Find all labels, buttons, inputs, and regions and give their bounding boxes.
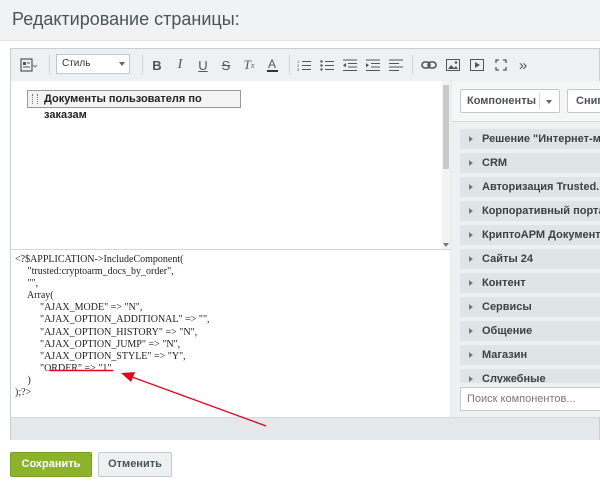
link-icon[interactable] xyxy=(419,55,439,75)
outdent-icon[interactable] xyxy=(342,55,358,75)
components-button[interactable]: Компоненты xyxy=(460,89,560,113)
wysiwyg-area[interactable]: Документы пользователя по заказам xyxy=(11,81,450,249)
code-line: "AJAX_OPTION_HISTORY" => "N", xyxy=(15,326,198,338)
editor-toolbar: Стиль B I U S Tx A 123 » xyxy=(11,49,599,82)
category-label: Сайты 24 xyxy=(482,253,534,265)
cancel-button[interactable]: Отменить xyxy=(98,452,172,477)
category-label: Сервисы xyxy=(482,301,532,313)
category-item[interactable]: Сайты 24 xyxy=(460,249,600,269)
button-divider xyxy=(539,93,540,109)
svg-text:3: 3 xyxy=(297,67,300,71)
toolbar-separator xyxy=(49,55,50,75)
align-icon[interactable] xyxy=(388,55,404,75)
category-label: Корпоративный портал xyxy=(482,205,600,217)
expand-triangle-icon xyxy=(469,184,473,190)
expand-triangle-icon xyxy=(469,208,473,214)
source-code-area[interactable]: <?$APPLICATION->IncludeComponent( "trust… xyxy=(11,249,450,417)
code-line: );?> xyxy=(15,387,32,399)
toolbar-separator xyxy=(289,55,290,75)
category-label: Служебные xyxy=(482,373,546,383)
components-panel: Компоненты Снип Решение "Интернет-магаз … xyxy=(452,81,600,417)
component-block-label: Документы пользователя по заказам xyxy=(44,93,202,121)
category-label: Общение xyxy=(482,325,533,337)
category-item[interactable]: Корпоративный портал xyxy=(460,201,600,221)
code-line: "AJAX_MODE" => "N", xyxy=(15,302,143,314)
style-select-value: Стиль xyxy=(62,58,91,69)
code-line: "trusted:cryptoarm_docs_by_order", xyxy=(15,266,174,278)
expand-triangle-icon xyxy=(469,160,473,166)
image-icon[interactable] xyxy=(443,55,463,75)
category-item[interactable]: Общение xyxy=(460,321,600,341)
category-label: Авторизация Trusted.Id xyxy=(482,181,600,193)
indent-icon[interactable] xyxy=(365,55,381,75)
html-editor: Стиль B I U S Tx A 123 » Документы польз… xyxy=(10,48,600,440)
category-item[interactable]: Магазин xyxy=(460,345,600,365)
category-item[interactable]: Решение "Интернет-магаз xyxy=(460,129,600,149)
category-label: CRM xyxy=(482,157,508,169)
chevron-down-icon[interactable] xyxy=(546,100,552,104)
save-button[interactable]: Сохранить xyxy=(10,452,92,477)
text-color-icon[interactable]: A xyxy=(264,55,280,75)
code-line: Array( xyxy=(15,290,54,302)
page-title: Редактирование страницы: xyxy=(12,9,240,29)
category-label: КриптоАРМ Документы xyxy=(482,229,600,241)
remove-format-icon[interactable]: Tx xyxy=(241,55,257,75)
code-line: "ORDER" => "1" xyxy=(15,362,112,374)
category-item[interactable]: Сервисы xyxy=(460,297,600,317)
components-button-label: Компоненты xyxy=(467,95,536,107)
bold-icon[interactable]: B xyxy=(149,55,165,75)
chevron-down-icon xyxy=(119,62,125,66)
expand-triangle-icon xyxy=(469,328,473,334)
toolbar-separator xyxy=(412,55,413,75)
category-item[interactable]: Служебные xyxy=(460,369,600,383)
code-line: ) xyxy=(15,374,31,386)
code-line: <?$APPLICATION->IncludeComponent( xyxy=(15,254,184,265)
expand-triangle-icon xyxy=(469,136,473,142)
scroll-down-icon[interactable] xyxy=(443,243,449,247)
snippets-button[interactable]: Снип xyxy=(567,89,600,113)
style-select[interactable]: Стиль xyxy=(56,54,130,74)
page-header: Редактирование страницы: xyxy=(0,0,600,41)
category-label: Решение "Интернет-магаз xyxy=(482,133,600,145)
components-panel-header: Компоненты Снип xyxy=(452,81,600,122)
category-item[interactable]: КриптоАРМ Документы xyxy=(460,225,600,245)
video-icon[interactable] xyxy=(467,55,487,75)
editor-status-bar xyxy=(11,417,599,440)
expand-triangle-icon xyxy=(469,280,473,286)
scrollbar-thumb[interactable] xyxy=(443,85,449,169)
category-item[interactable]: CRM xyxy=(460,153,600,173)
code-line: "AJAX_OPTION_JUMP" => "N", xyxy=(15,338,181,350)
expand-triangle-icon xyxy=(469,256,473,262)
expand-triangle-icon xyxy=(469,352,473,358)
expand-triangle-icon xyxy=(469,232,473,238)
strikethrough-icon[interactable]: S xyxy=(218,55,234,75)
category-label: Магазин xyxy=(482,349,528,361)
category-label: Контент xyxy=(482,277,526,289)
component-search-input[interactable] xyxy=(460,387,600,411)
expand-triangle-icon xyxy=(469,376,473,382)
drag-handle-icon[interactable] xyxy=(32,94,38,104)
editor-scrollbar[interactable] xyxy=(442,81,450,249)
more-icon[interactable]: » xyxy=(514,55,532,75)
underline-icon[interactable]: U xyxy=(195,55,211,75)
category-item[interactable]: Контент xyxy=(460,273,600,293)
code-line: "AJAX_OPTION_STYLE" => "Y", xyxy=(15,350,186,362)
component-block[interactable]: Документы пользователя по заказам xyxy=(27,90,241,121)
fullscreen-icon[interactable] xyxy=(491,55,511,75)
code-line: "AJAX_OPTION_ADDITIONAL" => "", xyxy=(15,314,210,326)
italic-icon[interactable]: I xyxy=(172,55,188,75)
category-item[interactable]: Авторизация Trusted.Id xyxy=(460,177,600,197)
expand-triangle-icon xyxy=(469,304,473,310)
source-icon[interactable] xyxy=(17,55,41,75)
ordered-list-icon[interactable]: 123 xyxy=(296,55,312,75)
code-line: "", xyxy=(15,278,39,290)
unordered-list-icon[interactable] xyxy=(319,55,335,75)
toolbar-separator xyxy=(142,55,143,75)
